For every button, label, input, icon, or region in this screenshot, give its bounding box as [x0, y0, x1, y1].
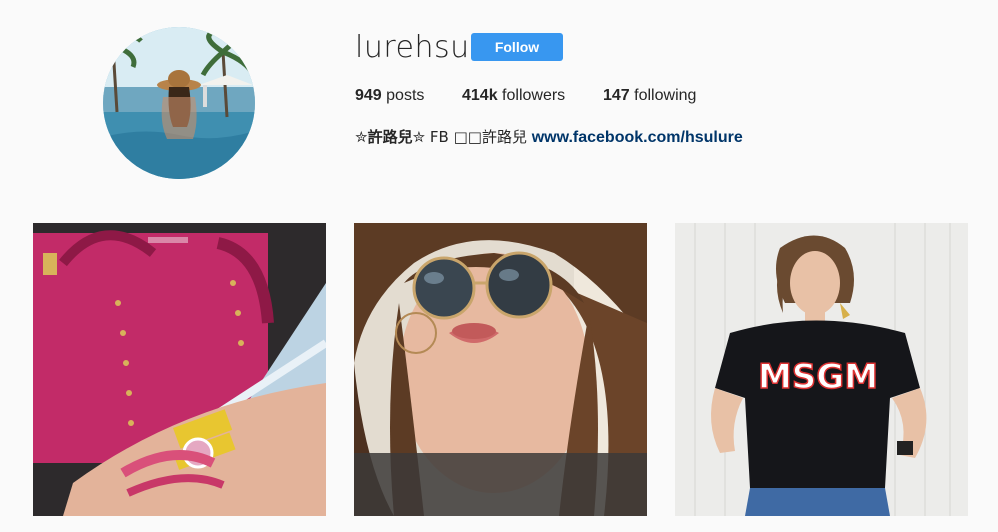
- profile-avatar[interactable]: [103, 27, 255, 179]
- follow-button[interactable]: Follow: [471, 33, 563, 61]
- following-count: 147: [603, 87, 630, 104]
- followers-label: followers: [502, 87, 566, 104]
- posts-stat: 949 posts: [355, 86, 424, 106]
- post-thumbnail[interactable]: MSGM: [675, 223, 968, 516]
- posts-count: 949: [355, 87, 382, 104]
- following-label: following: [634, 87, 697, 104]
- bio-link[interactable]: www.facebook.com/hsulure: [532, 129, 743, 146]
- bio-name: ✮許路兒✮: [355, 128, 426, 146]
- followers-count: 414k: [462, 87, 498, 104]
- msgm-print: MSGM: [758, 357, 878, 397]
- posts-label: posts: [386, 87, 425, 104]
- followers-stat[interactable]: 414k followers: [462, 86, 565, 106]
- following-stat[interactable]: 147 following: [603, 86, 696, 106]
- bio-text: FB □□許路兒: [425, 128, 532, 146]
- post-thumbnail[interactable]: [354, 223, 647, 516]
- profile-username: lurehsu: [355, 30, 470, 65]
- post-thumbnail[interactable]: [33, 223, 326, 516]
- profile-bio: ✮許路兒✮ FB □□許路兒 www.facebook.com/hsulure: [355, 127, 743, 148]
